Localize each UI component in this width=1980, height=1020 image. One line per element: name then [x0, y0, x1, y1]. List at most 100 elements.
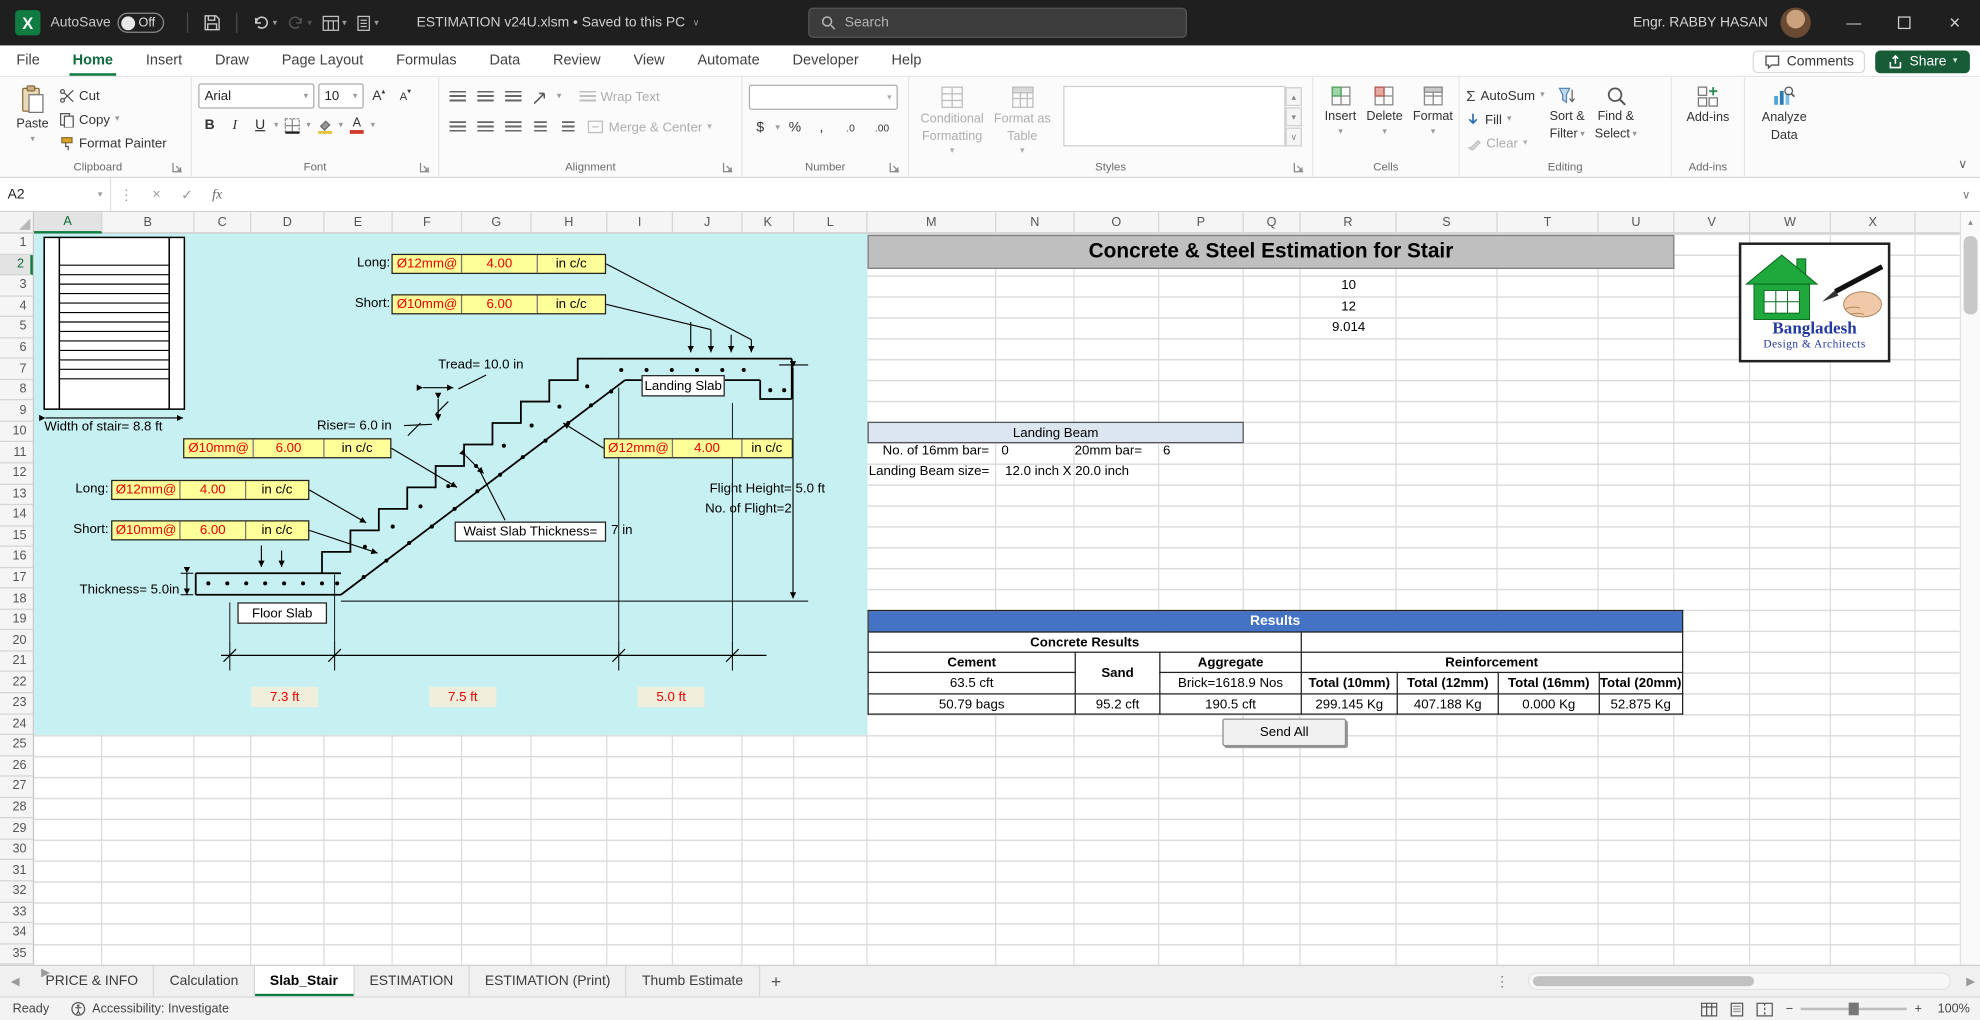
concrete-results-header[interactable]: Concrete Results: [868, 632, 1301, 652]
total-20mm-value[interactable]: 52.875 Kg: [1599, 694, 1682, 714]
collapse-ribbon-icon[interactable]: ∨: [1958, 158, 1967, 172]
row-header-6[interactable]: 6: [0, 338, 33, 359]
tab-automate[interactable]: Automate: [681, 45, 776, 75]
dialog-launcher-icon[interactable]: [1293, 162, 1304, 173]
column-header-L[interactable]: L: [794, 212, 867, 233]
column-header-P[interactable]: P: [1159, 212, 1244, 233]
italic-button[interactable]: I: [224, 114, 247, 137]
row-header-29[interactable]: 29: [0, 819, 33, 840]
cell-value-r5[interactable]: 9.014: [1301, 317, 1397, 337]
tab-developer[interactable]: Developer: [776, 45, 875, 75]
aggregate-cft-value[interactable]: 190.5 cft: [1160, 694, 1301, 714]
share-button[interactable]: Share ▾: [1875, 50, 1970, 73]
column-header-V[interactable]: V: [1674, 212, 1750, 233]
dialog-launcher-icon[interactable]: [889, 162, 900, 173]
font-size-select[interactable]: 10▾: [318, 83, 363, 108]
column-header-Q[interactable]: Q: [1244, 212, 1301, 233]
sort-filter-button[interactable]: Sort & Filter▾: [1545, 81, 1590, 145]
avatar[interactable]: [1780, 8, 1810, 38]
addins-button[interactable]: Add-ins: [1681, 81, 1734, 130]
top-long-rebar-cell[interactable]: Ø12mm@ 4.00 in c/c: [391, 254, 606, 274]
formula-input[interactable]: [232, 178, 1952, 211]
tab-view[interactable]: View: [617, 45, 681, 75]
orientation-button[interactable]: [529, 85, 552, 108]
column-header-S[interactable]: S: [1397, 212, 1498, 233]
insert-function-icon[interactable]: fx: [202, 178, 232, 211]
total-10mm-value[interactable]: 299.145 Kg: [1301, 694, 1397, 714]
column-header-D[interactable]: D: [251, 212, 324, 233]
zoom-out-button[interactable]: −: [1786, 1002, 1793, 1016]
align-bottom-button[interactable]: [501, 85, 524, 108]
autosave-toggle[interactable]: AutoSave Off: [51, 13, 164, 33]
total-12mm-value[interactable]: 407.188 Kg: [1397, 694, 1498, 714]
tab-insert[interactable]: Insert: [129, 45, 198, 75]
align-left-button[interactable]: [446, 116, 469, 139]
top-short-rebar-cell[interactable]: Ø10mm@ 6.00 in c/c: [391, 294, 606, 314]
row-header-5[interactable]: 5: [0, 317, 33, 338]
zoom-level[interactable]: 100%: [1929, 1002, 1969, 1016]
sand-cft-value[interactable]: 95.2 cft: [1075, 694, 1160, 714]
column-header-W[interactable]: W: [1750, 212, 1831, 233]
page-layout-view-icon[interactable]: [1729, 1002, 1745, 1016]
column-header-B[interactable]: B: [102, 212, 194, 233]
column-header-F[interactable]: F: [393, 212, 462, 233]
bold-button[interactable]: B: [198, 114, 221, 137]
increase-decimal-button[interactable]: .0: [837, 116, 865, 139]
tab-page-layout[interactable]: Page Layout: [265, 45, 379, 75]
tab-formulas[interactable]: Formulas: [380, 45, 473, 75]
total-16mm-header[interactable]: Total (16mm): [1498, 672, 1599, 693]
landing-beam-size-value[interactable]: 12.0 inch X 20.0 inch: [1005, 463, 1129, 478]
row-header-7[interactable]: 7: [0, 359, 33, 380]
copy-button[interactable]: Copy ▾: [59, 107, 167, 131]
quick-access-button-1[interactable]: ▾: [322, 15, 347, 31]
autosum-button[interactable]: Σ AutoSum ▾: [1466, 83, 1544, 107]
format-painter-button[interactable]: Format Painter: [59, 131, 167, 155]
page-break-view-icon[interactable]: [1757, 1002, 1773, 1016]
row-header-1[interactable]: 1: [0, 234, 33, 255]
dim-5-0-ft[interactable]: 5.0 ft: [638, 687, 705, 707]
sheet-tab-thumb-estimate[interactable]: Thumb Estimate: [627, 966, 760, 996]
column-header-E[interactable]: E: [325, 212, 393, 233]
flight-short-rebar-cell[interactable]: Ø10mm@ 6.00 in c/c: [111, 520, 309, 540]
column-header-K[interactable]: K: [743, 212, 795, 233]
accessibility-status[interactable]: Accessibility: Investigate: [71, 1001, 229, 1016]
column-header-X[interactable]: X: [1831, 212, 1916, 233]
zoom-slider-thumb[interactable]: [1849, 1003, 1859, 1016]
select-all-corner[interactable]: [0, 212, 34, 233]
send-all-button[interactable]: Send All: [1222, 719, 1346, 747]
analyze-data-button[interactable]: Analyze Data: [1757, 81, 1812, 147]
document-title[interactable]: ESTIMATION v24U.xlsm • Saved to this PC: [417, 15, 686, 30]
column-header-U[interactable]: U: [1599, 212, 1675, 233]
row-header-13[interactable]: 13: [0, 484, 33, 505]
dialog-launcher-icon[interactable]: [419, 162, 430, 173]
total-12mm-header[interactable]: Total (12mm): [1397, 672, 1498, 693]
cut-button[interactable]: Cut: [59, 83, 167, 107]
delete-cells-button[interactable]: Delete ▾: [1361, 81, 1408, 140]
row-header-24[interactable]: 24: [0, 714, 33, 735]
gallery-expand-icon[interactable]: ∨: [1286, 128, 1302, 147]
align-center-button[interactable]: [474, 116, 497, 139]
row-header-23[interactable]: 23: [0, 693, 33, 714]
excel-app-icon[interactable]: X: [15, 10, 40, 35]
vertical-scrollbar[interactable]: ▴: [1960, 212, 1980, 965]
column-header-T[interactable]: T: [1498, 212, 1599, 233]
mid-left-rebar-cell[interactable]: Ø10mm@ 6.00 in c/c: [183, 438, 391, 458]
cement-cft-value[interactable]: 63.5 cft: [868, 672, 1075, 693]
maximize-button[interactable]: [1879, 0, 1930, 45]
close-button[interactable]: ×: [1929, 0, 1980, 45]
column-header-G[interactable]: G: [462, 212, 531, 233]
column-header-R[interactable]: R: [1301, 212, 1397, 233]
minimize-button[interactable]: —: [1828, 0, 1879, 45]
brick-value[interactable]: Brick=1618.9 Nos: [1160, 672, 1301, 693]
reinforcement-header[interactable]: Reinforcement: [1301, 652, 1682, 672]
column-header-O[interactable]: O: [1075, 212, 1160, 233]
borders-button[interactable]: [281, 114, 304, 137]
sheet-tab-slab-stair[interactable]: Slab_Stair: [255, 966, 355, 996]
landing-beam-header[interactable]: Landing Beam: [868, 422, 1244, 443]
insert-cells-button[interactable]: Insert ▾: [1320, 81, 1362, 140]
row-header-3[interactable]: 3: [0, 275, 33, 296]
align-top-button[interactable]: [446, 85, 469, 108]
row-header-4[interactable]: 4: [0, 296, 33, 317]
zoom-slider[interactable]: [1801, 1008, 1907, 1011]
sheet-tab-calculation[interactable]: Calculation: [154, 966, 254, 996]
